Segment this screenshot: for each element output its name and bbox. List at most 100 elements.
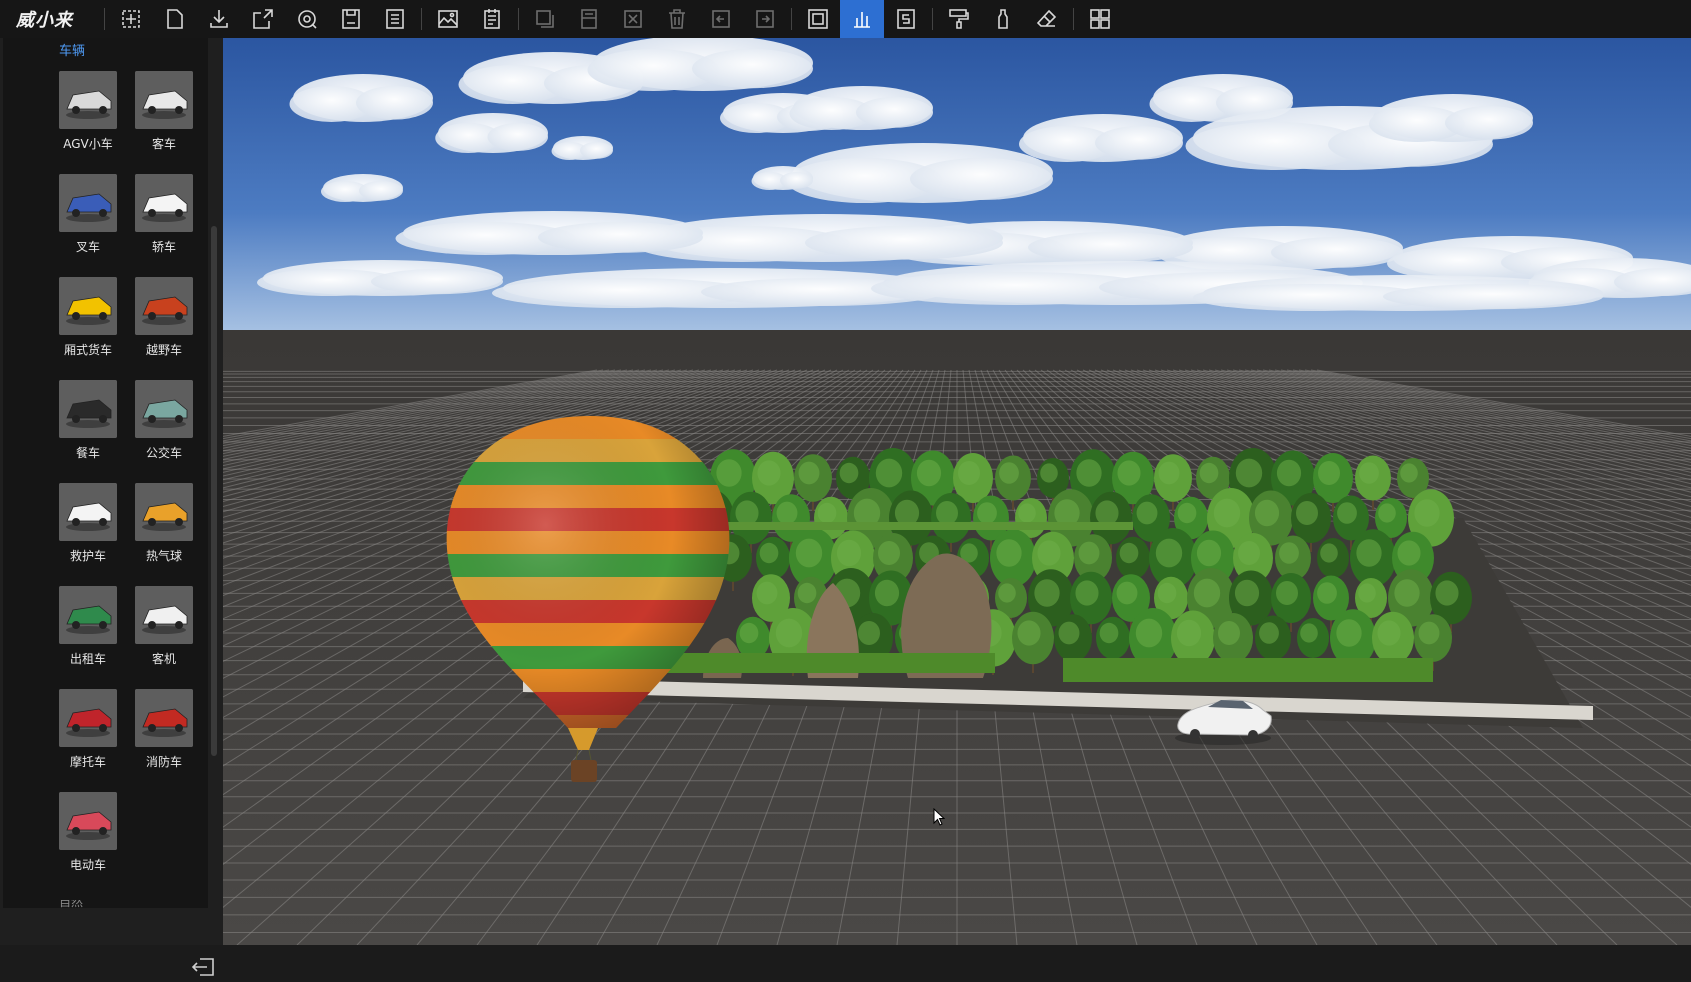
delete-button[interactable] [655,0,699,38]
open-external-button[interactable] [241,0,285,38]
paste-icon [581,9,597,29]
forklift-icon [59,174,117,232]
hedge [693,522,1133,530]
asset-item[interactable]: 摩托车 [50,689,126,787]
asset-label: 电动车 [69,858,106,872]
asset-item[interactable]: 救护车 [50,483,126,581]
asset-label: 消防车 [145,755,182,769]
bottle-icon [998,9,1008,29]
asset-label: AGV小车 [63,137,113,151]
paint-roller-icon [949,9,969,29]
airliner-icon [135,586,193,644]
asset-item[interactable]: 客机 [126,586,202,684]
balloon-basket [571,760,597,782]
suv-icon [135,277,193,335]
select-box-icon [122,10,140,28]
close-box-button[interactable] [611,0,655,38]
app-logo: 威小来 [16,10,73,31]
scene-viewport[interactable] [223,38,1691,945]
eraser-icon [1036,9,1057,27]
redo-button[interactable] [743,0,787,38]
asset-label: 客车 [151,137,176,151]
asset-item[interactable]: 电动车 [50,792,126,890]
new-file-button[interactable] [153,0,197,38]
collapse-panel-button[interactable] [190,956,216,978]
asset-library-panel: 车辆 AGV小车 客车叉车 轿车厢式货车 越野车餐车 公交车 救护车 热气球出租车 客机摩托车… [0,38,223,976]
image-button[interactable] [426,0,470,38]
toolbar-divider [421,8,422,30]
statistics-button[interactable] [840,0,884,38]
script-button[interactable] [884,0,928,38]
category-header-next[interactable]: 自然 [3,900,208,908]
toolbar-divider [518,8,519,30]
asset-label: 越野车 [145,343,182,357]
asset-label: 轿车 [151,240,176,254]
download-button[interactable] [197,0,241,38]
toolbar-divider [932,8,933,30]
asset-label: 热气球 [145,549,182,563]
document-list-icon [484,9,500,29]
scrollbar-thumb[interactable] [211,226,217,756]
eraser-button[interactable] [1025,0,1069,38]
fire-truck-icon [135,689,193,747]
layout-button[interactable] [1078,0,1122,38]
document-list-button[interactable] [470,0,514,38]
scene-canvas[interactable] [223,38,1691,945]
category-header-vehicles[interactable]: 车辆 [3,38,208,66]
asset-label: 餐车 [75,446,100,460]
asset-item[interactable]: 热气球 [126,483,202,581]
asset-item[interactable]: 餐车 [50,380,126,478]
toolbar-divider [1073,8,1074,30]
material-button[interactable] [981,0,1025,38]
box-truck-icon [59,277,117,335]
paste-button[interactable] [567,0,611,38]
asset-item[interactable]: 公交车 [126,380,202,478]
asset-list[interactable]: 车辆 AGV小车 客车叉车 轿车厢式货车 越野车餐车 公交车 救护车 热气球出租车 客机摩托车… [3,38,208,900]
agv-cart-icon [59,71,117,129]
undo-button[interactable] [699,0,743,38]
close-box-icon [624,10,642,28]
redo-icon [756,10,774,28]
asset-item[interactable]: 厢式货车 [50,277,126,375]
copy-icon [536,10,554,28]
motorcycle-icon [59,689,117,747]
collapse-panel-icon [191,958,214,976]
asset-label: 摩托车 [69,755,106,769]
coach-bus-icon [135,71,193,129]
record-view-button[interactable] [285,0,329,38]
asset-label: 厢式货车 [63,343,112,357]
undo-icon [712,10,730,28]
save-icon [342,9,360,29]
copy-button[interactable] [523,0,567,38]
save-as-button[interactable] [373,0,417,38]
toolbar-divider [104,8,105,30]
toolbar-divider [791,8,792,30]
category-header-next-label: 自然 [59,900,84,908]
ambulance-icon [59,483,117,541]
asset-item[interactable]: AGV小车 [50,71,126,169]
asset-item[interactable]: 越野车 [126,277,202,375]
fit-view-icon [808,9,828,29]
asset-grid: AGV小车 客车叉车 轿车厢式货车 越野车餐车 公交车 救护车 热气球出租车 客机摩托车 消防车… [3,66,208,886]
city-bus-icon [135,380,193,438]
fit-view-button[interactable] [796,0,840,38]
save-button[interactable] [329,0,373,38]
bar-chart-icon [854,12,870,28]
asset-label: 叉车 [75,240,100,254]
asset-item[interactable]: 客车 [126,71,202,169]
select-box-button[interactable] [109,0,153,38]
food-cart-icon [59,380,117,438]
image-icon [438,10,458,28]
open-external-icon [253,9,273,29]
asset-item[interactable]: 轿车 [126,174,202,272]
hedge [1063,658,1433,682]
asset-item[interactable]: 叉车 [50,174,126,272]
hot-air-balloon-icon [135,483,193,541]
park-trees [672,448,1472,676]
taxi-icon [59,586,117,644]
asset-item[interactable]: 消防车 [126,689,202,787]
download-icon [210,10,228,28]
paint-button[interactable] [937,0,981,38]
save-as-icon [386,9,404,29]
asset-item[interactable]: 出租车 [50,586,126,684]
